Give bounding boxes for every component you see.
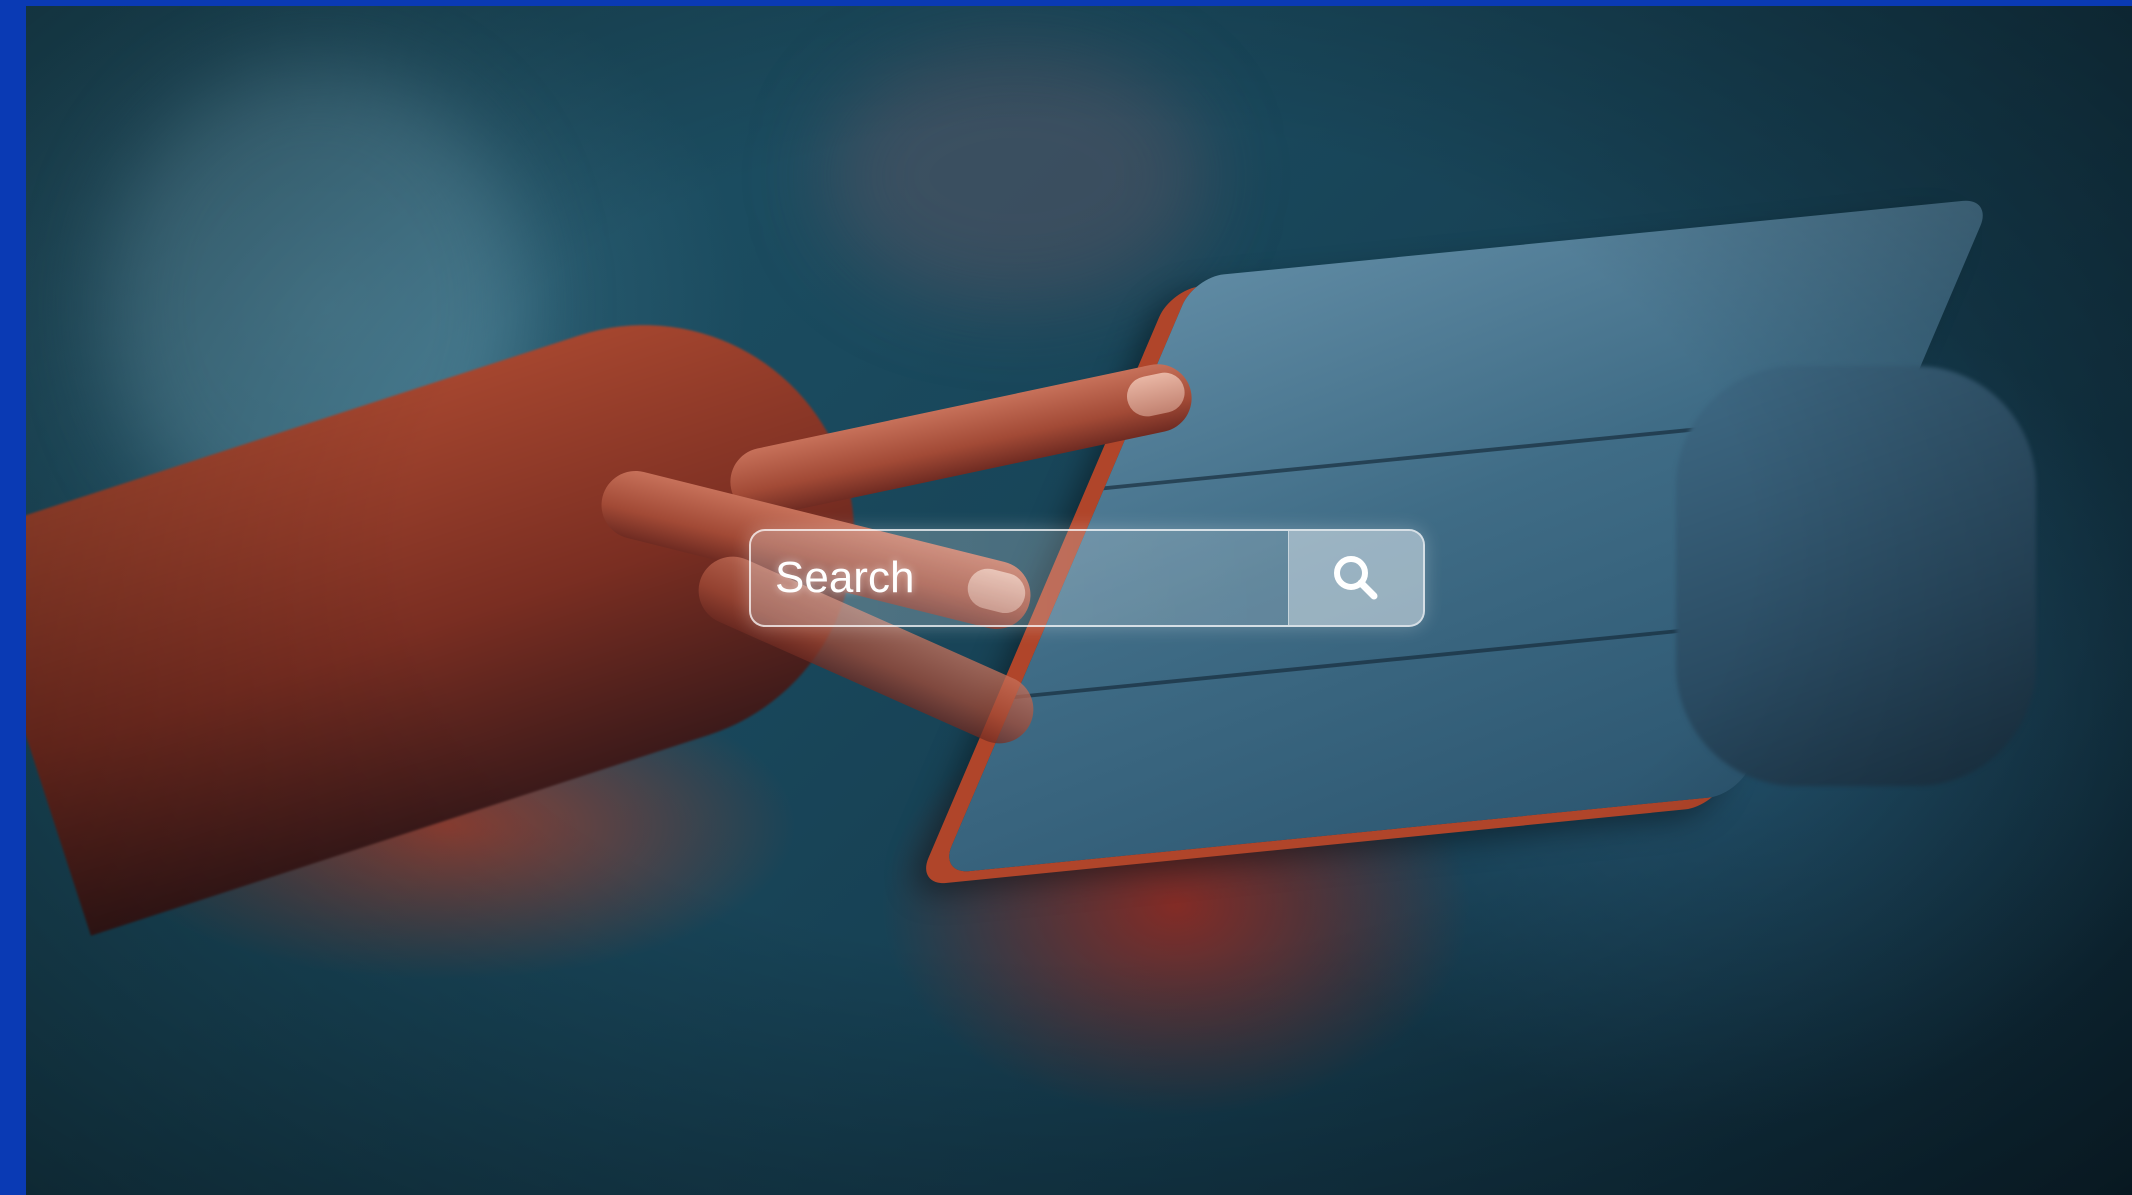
page-frame: Search [0,0,2132,1195]
search-button[interactable] [1288,531,1423,625]
search-input[interactable]: Search [751,531,1288,625]
search-bar[interactable]: Search [749,529,1425,627]
search-icon [1334,556,1378,600]
